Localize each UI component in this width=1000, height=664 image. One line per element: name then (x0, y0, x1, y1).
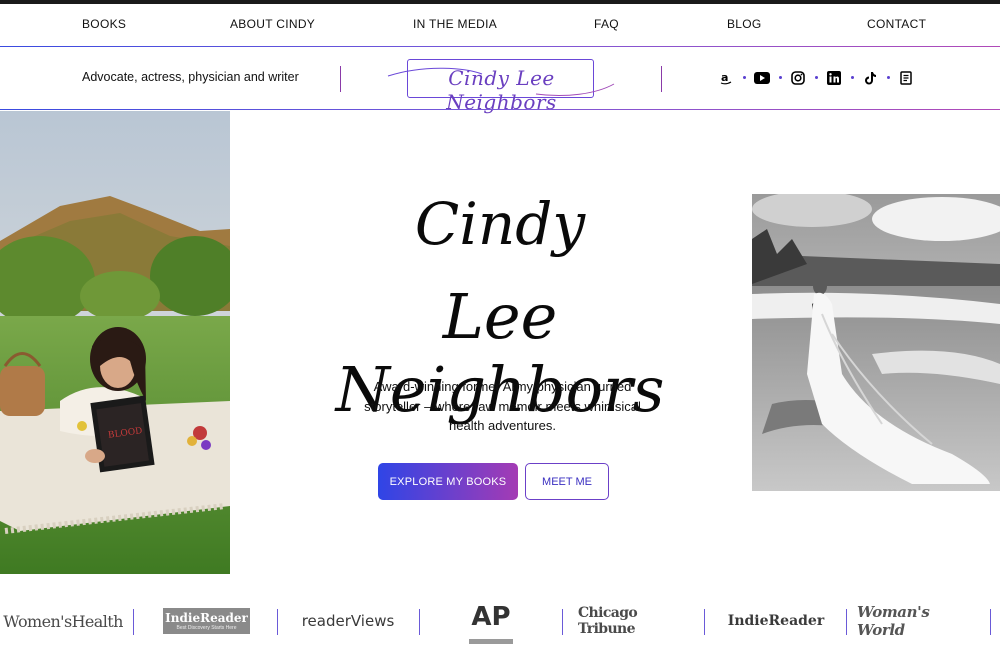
press-separator (133, 609, 134, 635)
press-logos: Women'sHealth IndieReader Best Discovery… (0, 596, 1000, 656)
indiereader-badge-text: IndieReader (165, 611, 248, 625)
nav-blog[interactable]: BLOG (727, 17, 762, 31)
site-logo[interactable]: Cindy Lee Neighbors (387, 59, 615, 114)
nav-books[interactable]: BOOKS (82, 17, 126, 31)
press-logo-womens-health: Women'sHealth (3, 611, 123, 631)
main-nav: BOOKS ABOUT CINDY IN THE MEDIA FAQ BLOG … (0, 4, 1000, 46)
social-separator (779, 76, 782, 79)
press-logo-indiereader-badge: IndieReader Best Discovery Starts Here (163, 596, 250, 646)
social-separator (887, 76, 890, 79)
press-logo-reader-views: readerViews (301, 612, 395, 630)
hero-name-first: Cindy (414, 190, 586, 258)
ap-logo-text: AP (471, 601, 511, 632)
amazon-icon[interactable]: a (718, 70, 734, 86)
social-separator (815, 76, 818, 79)
ap-logo-bar (469, 638, 513, 644)
nav-faq[interactable]: FAQ (594, 17, 619, 31)
youtube-icon[interactable] (754, 70, 770, 86)
social-separator (851, 76, 854, 79)
author-photo-park: BLOOD (0, 111, 230, 574)
nav-contact[interactable]: CONTACT (867, 17, 926, 31)
header-rule-bottom (0, 109, 1000, 110)
linkedin-icon[interactable] (826, 70, 842, 86)
nav-in-the-media[interactable]: IN THE MEDIA (413, 17, 497, 31)
tagline: Advocate, actress, physician and writer (82, 70, 299, 84)
header-divider-right (661, 66, 662, 92)
hero-subtitle: Award-winning former Army physician turn… (364, 379, 641, 433)
meet-me-button[interactable]: MEET ME (525, 463, 609, 500)
social-separator (743, 76, 746, 79)
logo-text: Cindy Lee Neighbors (446, 66, 557, 114)
header-divider-left (340, 66, 341, 92)
nav-about-cindy[interactable]: ABOUT CINDY (230, 17, 315, 31)
book-icon[interactable] (898, 70, 914, 86)
explore-books-button[interactable]: EXPLORE MY BOOKS (378, 463, 518, 500)
instagram-icon[interactable] (790, 70, 806, 86)
press-separator (277, 609, 278, 635)
press-separator (846, 609, 847, 635)
tiktok-icon[interactable] (862, 70, 878, 86)
press-separator (990, 609, 991, 635)
press-separator (704, 609, 705, 635)
svg-text:a: a (721, 71, 728, 84)
press-logo-ap: AP (466, 598, 516, 648)
author-photo-beach (752, 194, 1000, 491)
press-separator (562, 609, 563, 635)
header-rule-top (0, 46, 1000, 47)
press-logo-womans-world: Woman's World (857, 603, 930, 639)
indiereader-badge-tagline: Best Discovery Starts Here (176, 625, 237, 631)
press-logo-chicago-tribune: Chicago Tribune (578, 605, 638, 637)
press-separator (419, 609, 420, 635)
press-logo-indiereader: IndieReader (727, 613, 825, 629)
